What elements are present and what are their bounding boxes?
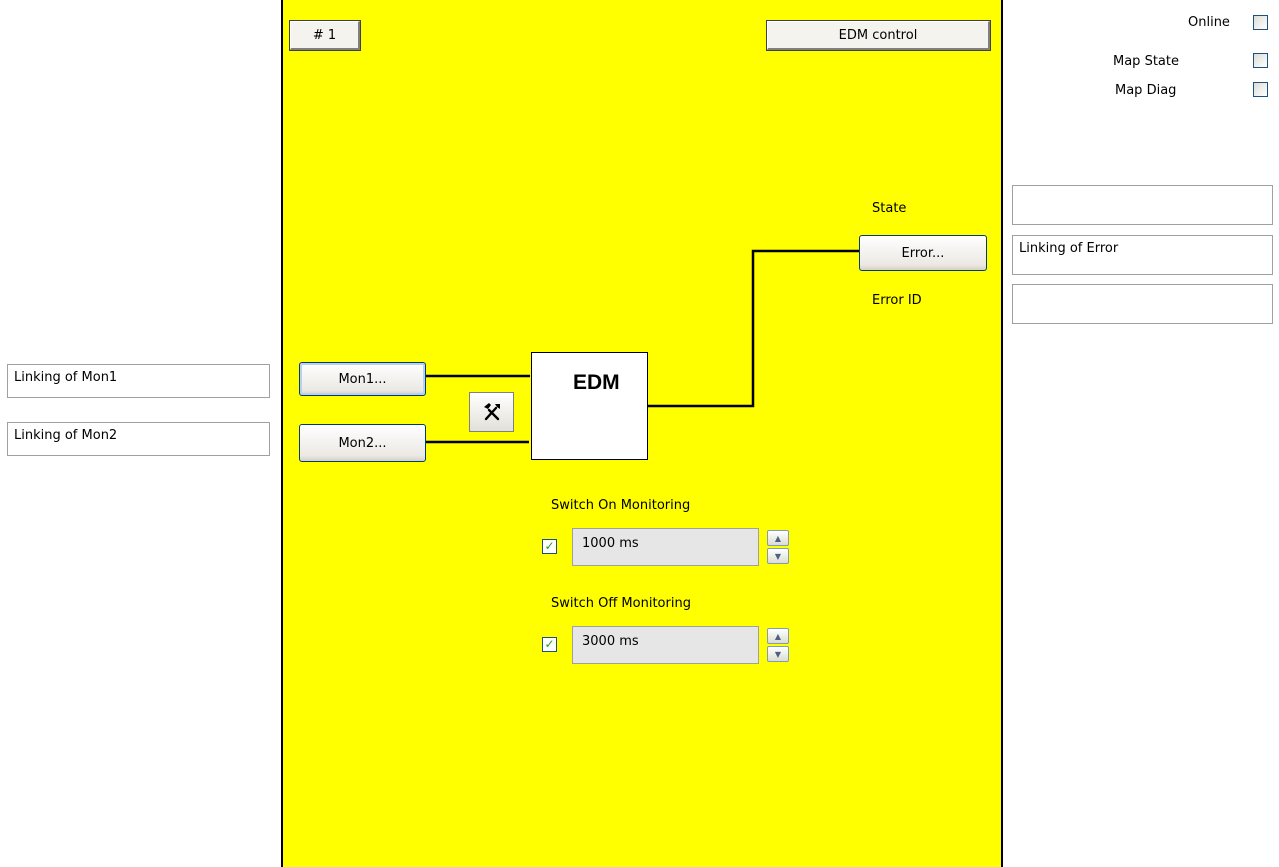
switch-on-spinner: ▲ ▼ xyxy=(767,530,789,564)
edm-block-title: EDM xyxy=(573,371,620,394)
state-link-field[interactable] xyxy=(1012,185,1273,225)
error-id-link-field[interactable] xyxy=(1012,284,1273,324)
mon2-link-field[interactable]: Linking of Mon2 xyxy=(7,422,270,456)
online-checkbox[interactable] xyxy=(1253,15,1268,30)
function-block-panel: # 1 EDM control Mon1... Mon2... EDM Stat… xyxy=(281,0,1003,867)
switch-on-time-input[interactable]: 1000 ms xyxy=(572,528,759,566)
error-id-label: Error ID xyxy=(872,293,922,308)
online-label: Online xyxy=(1188,15,1230,30)
map-diag-checkbox[interactable] xyxy=(1253,82,1268,97)
hammer-wrench-icon xyxy=(483,403,500,421)
checkmark-icon: ✓ xyxy=(544,637,555,651)
tools-icon[interactable] xyxy=(469,392,514,432)
switch-off-time-input[interactable]: 3000 ms xyxy=(572,626,759,664)
switch-off-spinner: ▲ ▼ xyxy=(767,628,789,662)
switch-on-monitoring-label: Switch On Monitoring xyxy=(551,498,691,513)
block-number-button[interactable]: # 1 xyxy=(289,20,361,51)
error-link-field[interactable]: Linking of Error xyxy=(1012,235,1273,275)
mon1-button[interactable]: Mon1... xyxy=(299,362,426,396)
map-diag-label: Map Diag xyxy=(1115,83,1177,98)
mon2-button[interactable]: Mon2... xyxy=(299,424,426,462)
switch-off-monitoring-checkbox[interactable]: ✓ xyxy=(542,637,557,652)
edm-block: EDM xyxy=(531,352,648,460)
spin-down-icon[interactable]: ▼ xyxy=(767,646,789,662)
map-state-checkbox[interactable] xyxy=(1253,53,1268,68)
map-state-label: Map State xyxy=(1113,54,1179,69)
state-label: State xyxy=(872,201,907,216)
spin-down-icon[interactable]: ▼ xyxy=(767,548,789,564)
error-button[interactable]: Error... xyxy=(859,235,987,271)
switch-off-monitoring-label: Switch Off Monitoring xyxy=(551,596,691,611)
spin-up-icon[interactable]: ▲ xyxy=(767,628,789,644)
checkmark-icon: ✓ xyxy=(544,539,555,553)
switch-on-monitoring-checkbox[interactable]: ✓ xyxy=(542,539,557,554)
edm-control-button[interactable]: EDM control xyxy=(766,20,991,51)
spin-up-icon[interactable]: ▲ xyxy=(767,530,789,546)
mon1-link-field[interactable]: Linking of Mon1 xyxy=(7,364,270,398)
